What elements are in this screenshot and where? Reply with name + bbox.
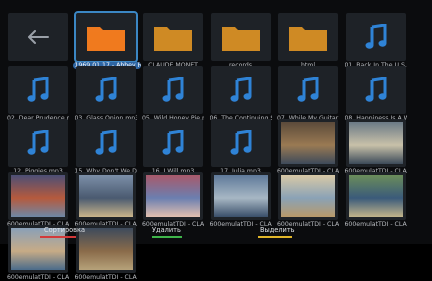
image-thumbnail — [8, 172, 68, 220]
arrow-left-icon — [8, 13, 68, 61]
audio-tile[interactable] — [210, 66, 271, 114]
image-label: 600emulatTDI - CLA — [7, 274, 69, 281]
music-note-icon — [143, 66, 203, 114]
image-thumbnail — [346, 172, 406, 220]
image-tile[interactable] — [345, 119, 406, 167]
music-note-icon — [346, 66, 406, 114]
painting-thumbnail — [281, 175, 335, 217]
footer-bar: Сортировка Удалить Выделить — [0, 224, 432, 244]
music-note-icon — [346, 13, 406, 61]
green-key-indicator — [152, 236, 182, 238]
audio-tile[interactable] — [75, 119, 136, 167]
folder-tile[interactable] — [210, 13, 271, 61]
image-tile[interactable] — [75, 172, 136, 220]
painting-thumbnail — [11, 175, 65, 217]
music-note-icon — [8, 66, 68, 114]
image-thumbnail — [278, 172, 338, 220]
audio-tile[interactable] — [8, 66, 68, 114]
image-tile[interactable] — [210, 172, 271, 220]
file-browser-screen: 1969.01.17 - Abbey RCLAUDE MONETrecordsh… — [0, 0, 432, 281]
folder-icon — [143, 13, 203, 61]
image-tile[interactable] — [278, 172, 338, 220]
folder-icon — [76, 13, 136, 61]
image-tile[interactable] — [143, 172, 203, 220]
audio-tile[interactable] — [8, 119, 68, 167]
audio-tile[interactable] — [345, 13, 406, 61]
music-note-icon — [76, 119, 136, 167]
image-tile[interactable] — [8, 172, 68, 220]
folder-tile[interactable] — [143, 13, 203, 61]
music-note-icon — [76, 66, 136, 114]
image-thumbnail — [278, 119, 338, 167]
painting-thumbnail — [348, 175, 403, 217]
image-tile[interactable] — [278, 119, 338, 167]
audio-tile[interactable] — [75, 66, 136, 114]
music-note-icon — [278, 66, 338, 114]
music-note-icon — [211, 119, 271, 167]
painting-thumbnail — [281, 122, 335, 164]
delete-label[interactable]: Удалить — [152, 226, 181, 234]
file-grid: 1969.01.17 - Abbey RCLAUDE MONETrecordsh… — [7, 11, 412, 281]
folder-tile[interactable] — [73, 11, 138, 63]
music-note-icon — [143, 119, 203, 167]
painting-thumbnail — [213, 175, 268, 217]
painting-thumbnail — [146, 175, 200, 217]
image-thumbnail — [211, 172, 271, 220]
painting-thumbnail — [78, 175, 133, 217]
image-thumbnail — [346, 119, 406, 167]
audio-tile[interactable] — [210, 119, 271, 167]
folder-tile[interactable] — [278, 13, 338, 61]
image-tile[interactable] — [345, 172, 406, 220]
folder-icon — [211, 13, 271, 61]
image-label: 600emulatTDI - CLA — [74, 274, 137, 281]
select-label[interactable]: Выделить — [260, 226, 295, 234]
folder-icon — [278, 13, 338, 61]
audio-tile[interactable] — [345, 66, 406, 114]
music-note-icon — [8, 119, 68, 167]
music-note-icon — [211, 66, 271, 114]
audio-tile[interactable] — [143, 119, 203, 167]
back-tile[interactable] — [8, 13, 68, 61]
image-thumbnail — [143, 172, 203, 220]
sort-label[interactable]: Сортировка — [44, 226, 85, 234]
audio-tile[interactable] — [143, 66, 203, 114]
audio-tile[interactable] — [278, 66, 338, 114]
red-key-indicator — [40, 236, 76, 238]
image-thumbnail — [76, 172, 136, 220]
yellow-key-indicator — [258, 236, 292, 238]
painting-thumbnail — [348, 122, 403, 164]
